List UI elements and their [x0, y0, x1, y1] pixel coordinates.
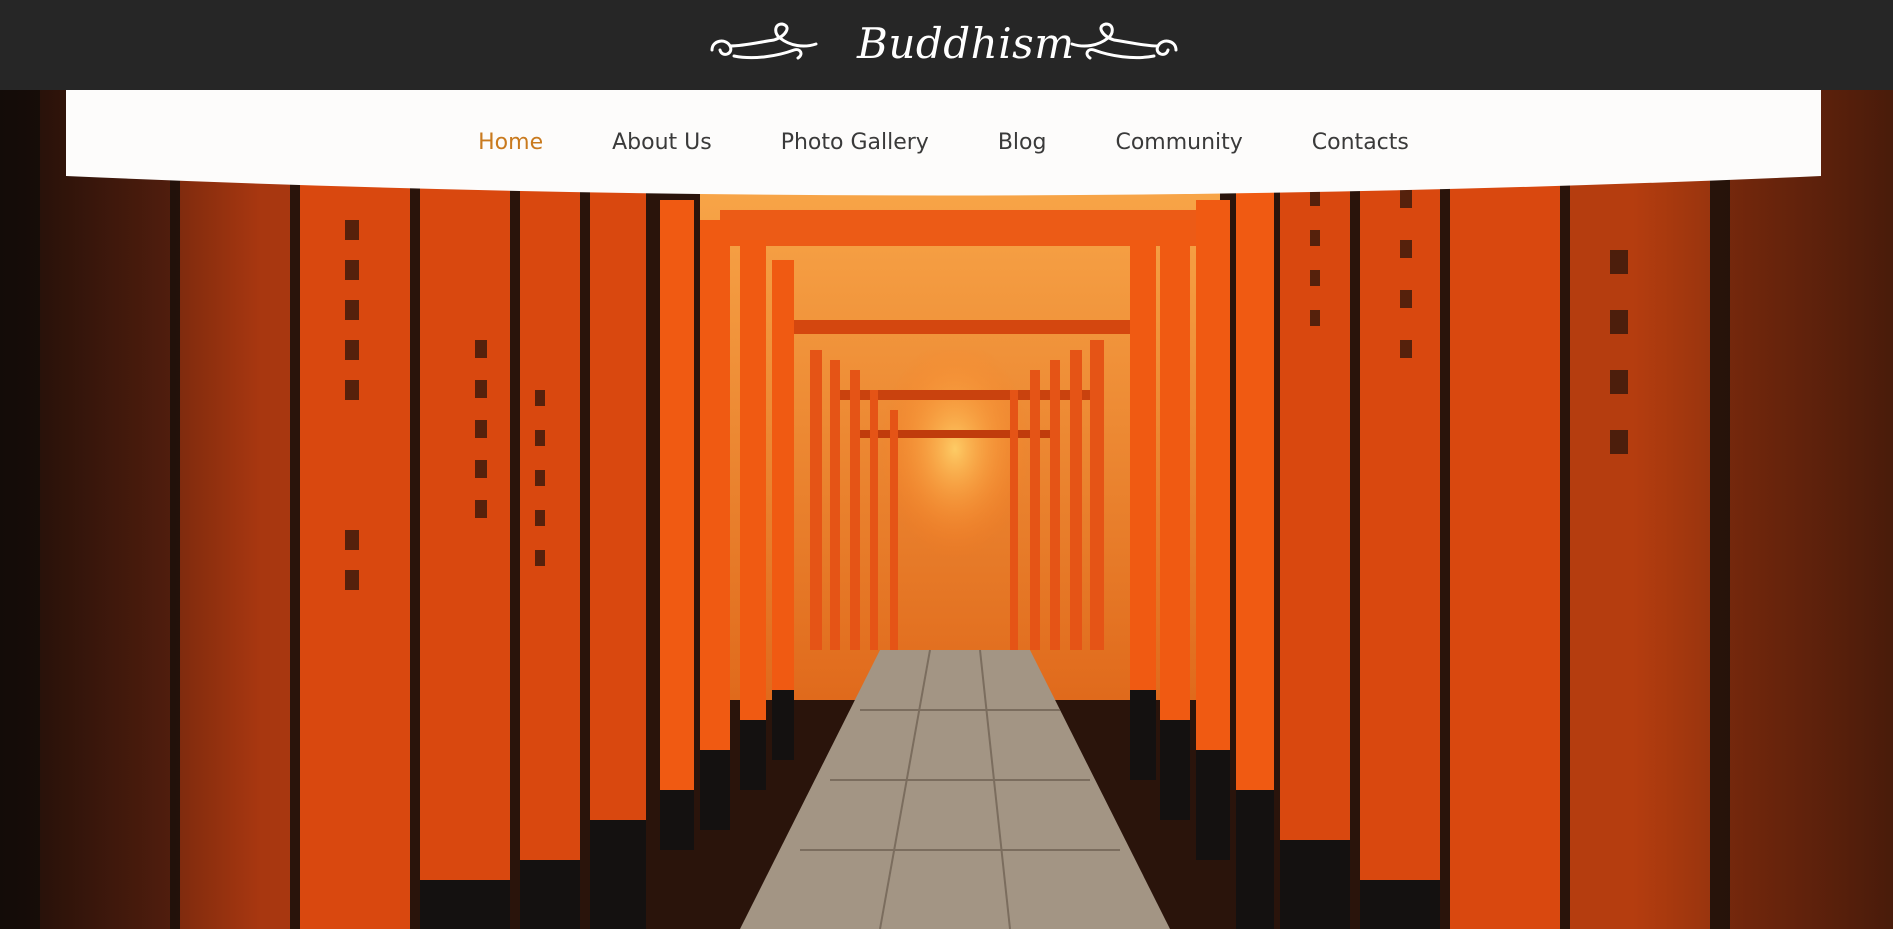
navigation-band: Home About Us Photo Gallery Blog Communi… [66, 90, 1821, 205]
nav-about-us[interactable]: About Us [612, 130, 712, 155]
nav-photo-gallery[interactable]: Photo Gallery [781, 130, 929, 155]
nav-contacts[interactable]: Contacts [1312, 130, 1409, 155]
site-title: Buddhism [857, 19, 1075, 68]
site-logo[interactable]: Buddhism [700, 14, 1190, 74]
flourish-right-icon [1070, 22, 1178, 60]
nav-blog[interactable]: Blog [998, 130, 1047, 155]
flourish-left-icon [710, 22, 818, 60]
header-bar: Buddhism [0, 0, 1893, 90]
hero-image [0, 90, 1893, 929]
nav-community[interactable]: Community [1115, 130, 1242, 155]
main-nav: Home About Us Photo Gallery Blog Communi… [66, 130, 1821, 155]
nav-home[interactable]: Home [478, 130, 543, 155]
